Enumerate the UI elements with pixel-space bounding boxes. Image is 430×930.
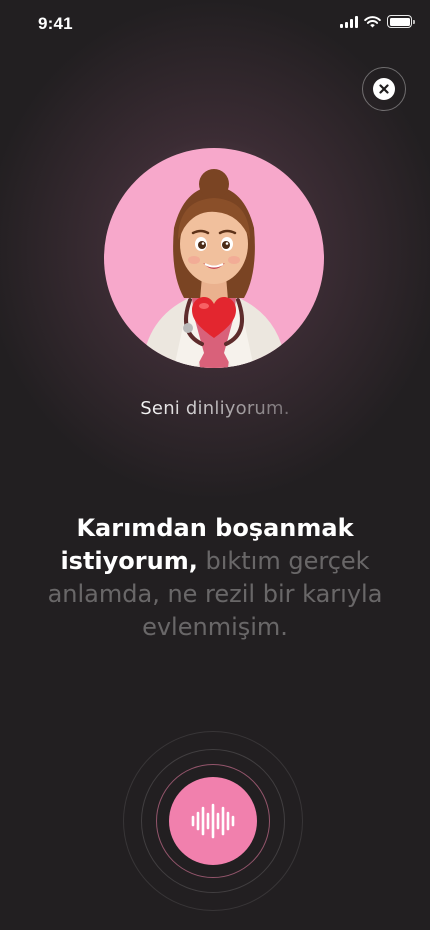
mic-button[interactable] [169,777,257,865]
waveform-icon [191,803,235,839]
voice-assistant-screen: 9:41 Seni dinliyorum. Karımdan boşanmak … [0,0,430,930]
transcript: Karımdan boşanmak istiyorum, bıktım gerç… [45,512,385,644]
status-bar: 9:41 [0,0,430,48]
status-icons [340,15,415,28]
doctor-avatar [104,148,324,368]
cellular-signal-icon [340,15,358,28]
status-time: 9:41 [38,14,73,33]
listening-status: Seni dinliyorum. [0,398,430,419]
battery-icon [387,15,415,28]
close-icon [373,78,395,100]
close-button[interactable] [362,67,406,111]
wifi-icon [364,15,381,27]
